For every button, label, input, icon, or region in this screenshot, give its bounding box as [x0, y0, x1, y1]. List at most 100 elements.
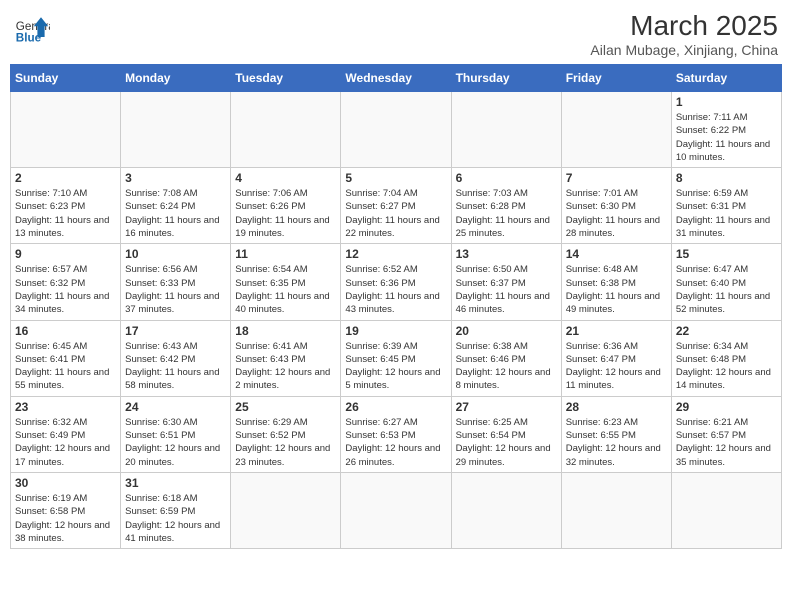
day-info: Sunrise: 6:41 AM Sunset: 6:43 PM Dayligh… [235, 340, 336, 393]
calendar-cell: 6Sunrise: 7:03 AM Sunset: 6:28 PM Daylig… [451, 168, 561, 244]
day-info: Sunrise: 6:56 AM Sunset: 6:33 PM Dayligh… [125, 263, 226, 316]
calendar-week-row: 30 Sunrise: 6:19 AM Sunset: 6:58 PM Dayli… [11, 472, 782, 548]
day-info: Sunrise: 7:10 AM Sunset: 6:23 PM Dayligh… [15, 187, 116, 240]
weekday-header-saturday: Saturday [671, 65, 781, 92]
day-number: 26 [345, 400, 446, 414]
day-info: Sunrise: 6:50 AM Sunset: 6:37 PM Dayligh… [456, 263, 557, 316]
weekday-header-row: SundayMondayTuesdayWednesdayThursdayFrid… [11, 65, 782, 92]
day-number: 7 [566, 171, 667, 185]
day-info: Sunrise: 6:59 AM Sunset: 6:31 PM Dayligh… [676, 187, 777, 240]
calendar-cell: 7 Sunrise: 7:01 AM Sunset: 6:30 PM Daylig… [561, 168, 671, 244]
day-info: Sunrise: 6:18 AM Sunset: 6:59 PM Dayligh… [125, 492, 226, 545]
calendar-week-row: 16 Sunrise: 6:45 AM Sunset: 6:41 PM Dayli… [11, 320, 782, 396]
day-number: 21 [566, 324, 667, 338]
calendar-week-row: 9 Sunrise: 6:57 AM Sunset: 6:32 PM Daylig… [11, 244, 782, 320]
calendar-cell: 15 Sunrise: 6:47 AM Sunset: 6:40 PM Dayli… [671, 244, 781, 320]
calendar-week-row: 23 Sunrise: 6:32 AM Sunset: 6:49 PM Dayli… [11, 396, 782, 472]
calendar-cell: 8 Sunrise: 6:59 AM Sunset: 6:31 PM Daylig… [671, 168, 781, 244]
day-number: 23 [15, 400, 116, 414]
month-year-title: March 2025 [590, 10, 778, 42]
calendar-cell: 12Sunrise: 6:52 AM Sunset: 6:36 PM Dayli… [341, 244, 451, 320]
day-number: 18 [235, 324, 336, 338]
logo-icon: General Blue [14, 10, 50, 46]
calendar-cell: 25 Sunrise: 6:29 AM Sunset: 6:52 PM Dayli… [231, 396, 341, 472]
day-number: 20 [456, 324, 557, 338]
day-info: Sunrise: 6:25 AM Sunset: 6:54 PM Dayligh… [456, 416, 557, 469]
calendar-cell: 5Sunrise: 7:04 AM Sunset: 6:27 PM Daylig… [341, 168, 451, 244]
day-number: 29 [676, 400, 777, 414]
day-info: Sunrise: 6:45 AM Sunset: 6:41 PM Dayligh… [15, 340, 116, 393]
day-number: 22 [676, 324, 777, 338]
calendar-cell: 11 Sunrise: 6:54 AM Sunset: 6:35 PM Dayli… [231, 244, 341, 320]
day-info: Sunrise: 7:03 AM Sunset: 6:28 PM Dayligh… [456, 187, 557, 240]
calendar-cell: 31 Sunrise: 6:18 AM Sunset: 6:59 PM Dayli… [121, 472, 231, 548]
day-info: Sunrise: 7:04 AM Sunset: 6:27 PM Dayligh… [345, 187, 446, 240]
calendar-table: SundayMondayTuesdayWednesdayThursdayFrid… [10, 64, 782, 549]
calendar-cell: 28Sunrise: 6:23 AM Sunset: 6:55 PM Dayli… [561, 396, 671, 472]
day-info: Sunrise: 6:34 AM Sunset: 6:48 PM Dayligh… [676, 340, 777, 393]
calendar-cell: 14 Sunrise: 6:48 AM Sunset: 6:38 PM Dayli… [561, 244, 671, 320]
day-info: Sunrise: 6:54 AM Sunset: 6:35 PM Dayligh… [235, 263, 336, 316]
day-info: Sunrise: 6:32 AM Sunset: 6:49 PM Dayligh… [15, 416, 116, 469]
day-info: Sunrise: 6:23 AM Sunset: 6:55 PM Dayligh… [566, 416, 667, 469]
calendar-cell [341, 92, 451, 168]
calendar-cell [121, 92, 231, 168]
day-info: Sunrise: 6:57 AM Sunset: 6:32 PM Dayligh… [15, 263, 116, 316]
day-number: 3 [125, 171, 226, 185]
location-subtitle: Ailan Mubage, Xinjiang, China [590, 42, 778, 58]
calendar-cell: 19 Sunrise: 6:39 AM Sunset: 6:45 PM Dayli… [341, 320, 451, 396]
day-number: 24 [125, 400, 226, 414]
day-info: Sunrise: 6:48 AM Sunset: 6:38 PM Dayligh… [566, 263, 667, 316]
day-number: 27 [456, 400, 557, 414]
day-info: Sunrise: 6:36 AM Sunset: 6:47 PM Dayligh… [566, 340, 667, 393]
calendar-cell: 18 Sunrise: 6:41 AM Sunset: 6:43 PM Dayli… [231, 320, 341, 396]
calendar-cell: 3Sunrise: 7:08 AM Sunset: 6:24 PM Daylig… [121, 168, 231, 244]
calendar-cell: 30 Sunrise: 6:19 AM Sunset: 6:58 PM Dayli… [11, 472, 121, 548]
day-number: 9 [15, 247, 116, 261]
day-number: 16 [15, 324, 116, 338]
calendar-cell: 24 Sunrise: 6:30 AM Sunset: 6:51 PM Dayli… [121, 396, 231, 472]
calendar-week-row: 2Sunrise: 7:10 AM Sunset: 6:23 PM Daylig… [11, 168, 782, 244]
calendar-cell: 20Sunrise: 6:38 AM Sunset: 6:46 PM Dayli… [451, 320, 561, 396]
day-number: 19 [345, 324, 446, 338]
day-number: 17 [125, 324, 226, 338]
calendar-cell: 1Sunrise: 7:11 AM Sunset: 6:22 PM Daylig… [671, 92, 781, 168]
day-info: Sunrise: 7:01 AM Sunset: 6:30 PM Dayligh… [566, 187, 667, 240]
calendar-cell: 2Sunrise: 7:10 AM Sunset: 6:23 PM Daylig… [11, 168, 121, 244]
calendar-cell: 26 Sunrise: 6:27 AM Sunset: 6:53 PM Dayli… [341, 396, 451, 472]
day-info: Sunrise: 6:19 AM Sunset: 6:58 PM Dayligh… [15, 492, 116, 545]
calendar-cell: 23 Sunrise: 6:32 AM Sunset: 6:49 PM Dayli… [11, 396, 121, 472]
day-number: 15 [676, 247, 777, 261]
day-info: Sunrise: 6:47 AM Sunset: 6:40 PM Dayligh… [676, 263, 777, 316]
day-number: 14 [566, 247, 667, 261]
day-info: Sunrise: 6:27 AM Sunset: 6:53 PM Dayligh… [345, 416, 446, 469]
day-number: 8 [676, 171, 777, 185]
calendar-cell [231, 472, 341, 548]
day-info: Sunrise: 6:39 AM Sunset: 6:45 PM Dayligh… [345, 340, 446, 393]
day-info: Sunrise: 6:29 AM Sunset: 6:52 PM Dayligh… [235, 416, 336, 469]
calendar-week-row: 1Sunrise: 7:11 AM Sunset: 6:22 PM Daylig… [11, 92, 782, 168]
day-number: 11 [235, 247, 336, 261]
day-number: 10 [125, 247, 226, 261]
day-info: Sunrise: 6:30 AM Sunset: 6:51 PM Dayligh… [125, 416, 226, 469]
day-number: 31 [125, 476, 226, 490]
day-number: 13 [456, 247, 557, 261]
title-block: March 2025 Ailan Mubage, Xinjiang, China [590, 10, 778, 58]
weekday-header-monday: Monday [121, 65, 231, 92]
calendar-cell [671, 472, 781, 548]
day-info: Sunrise: 7:11 AM Sunset: 6:22 PM Dayligh… [676, 111, 777, 164]
calendar-cell [231, 92, 341, 168]
day-number: 30 [15, 476, 116, 490]
calendar-cell: 10 Sunrise: 6:56 AM Sunset: 6:33 PM Dayli… [121, 244, 231, 320]
calendar-cell: 29Sunrise: 6:21 AM Sunset: 6:57 PM Dayli… [671, 396, 781, 472]
weekday-header-friday: Friday [561, 65, 671, 92]
day-info: Sunrise: 6:52 AM Sunset: 6:36 PM Dayligh… [345, 263, 446, 316]
day-number: 25 [235, 400, 336, 414]
weekday-header-wednesday: Wednesday [341, 65, 451, 92]
calendar-cell: 4Sunrise: 7:06 AM Sunset: 6:26 PM Daylig… [231, 168, 341, 244]
calendar-cell [341, 472, 451, 548]
calendar-cell: 13 Sunrise: 6:50 AM Sunset: 6:37 PM Dayli… [451, 244, 561, 320]
calendar-cell: 16 Sunrise: 6:45 AM Sunset: 6:41 PM Dayli… [11, 320, 121, 396]
calendar-cell [451, 472, 561, 548]
calendar-cell: 9 Sunrise: 6:57 AM Sunset: 6:32 PM Daylig… [11, 244, 121, 320]
